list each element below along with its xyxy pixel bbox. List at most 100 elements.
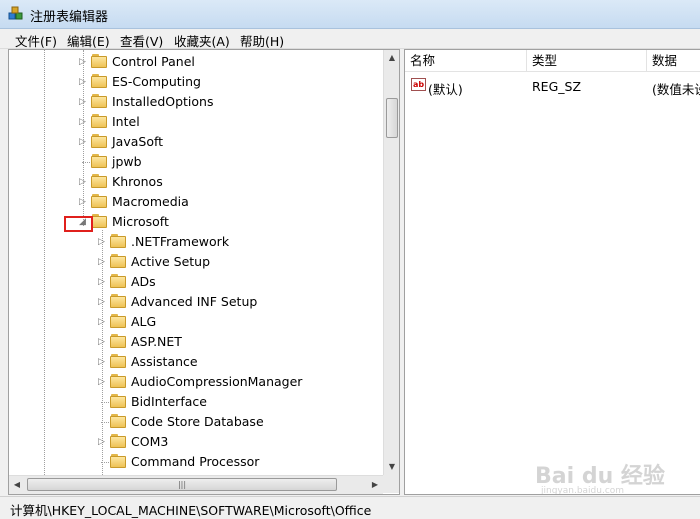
tree-node-label[interactable]: ALG: [131, 314, 156, 329]
tree-node[interactable]: ▷ Macromedia: [9, 192, 384, 212]
column-header-data[interactable]: 数据: [647, 50, 700, 72]
tree-node[interactable]: ▷ InstalledOptions: [9, 92, 384, 112]
value-name: (默认): [428, 82, 463, 97]
column-header-type[interactable]: 类型: [527, 50, 647, 72]
collapsed-arrow-icon[interactable]: ▷: [98, 318, 106, 327]
folder-icon: [110, 254, 126, 268]
collapsed-arrow-icon[interactable]: ▷: [98, 358, 106, 367]
menu-edit[interactable]: 编辑(E): [67, 31, 110, 50]
folder-icon-body: [110, 256, 126, 268]
tree-node[interactable]: ▷ .NETFramework: [9, 232, 384, 252]
tree-node-label[interactable]: BidInterface: [131, 394, 207, 409]
collapsed-arrow-icon[interactable]: ▷: [98, 278, 106, 287]
tree-node[interactable]: Command Processor: [9, 452, 384, 472]
collapsed-arrow-icon[interactable]: ▷: [79, 78, 87, 87]
tree-node-label[interactable]: AudioCompressionManager: [131, 374, 302, 389]
scroll-down-arrow-icon[interactable]: ▼: [384, 459, 399, 475]
folder-icon: [110, 334, 126, 348]
tree-node[interactable]: ▷ ALG: [9, 312, 384, 332]
tree-node[interactable]: ▷ JavaSoft: [9, 132, 384, 152]
tree-node[interactable]: ▷ Khronos: [9, 172, 384, 192]
tree-node-label[interactable]: InstalledOptions: [112, 94, 213, 109]
collapsed-arrow-icon[interactable]: ▷: [98, 298, 106, 307]
horizontal-scroll-thumb[interactable]: |||: [27, 478, 337, 491]
folder-icon-body: [110, 296, 126, 308]
tree-node[interactable]: ▷ Active Setup: [9, 252, 384, 272]
tree-node[interactable]: Code Store Database: [9, 412, 384, 432]
tree-node-label[interactable]: JavaSoft: [112, 134, 163, 149]
menu-help[interactable]: 帮助(H): [240, 31, 284, 50]
folder-icon-body: [110, 236, 126, 248]
scroll-right-arrow-icon[interactable]: ▶: [367, 476, 383, 494]
tree-node[interactable]: BidInterface: [9, 392, 384, 412]
folder-icon-body: [110, 276, 126, 288]
collapsed-arrow-icon[interactable]: ▷: [98, 338, 106, 347]
tree-node[interactable]: ▷ Control Panel: [9, 52, 384, 72]
folder-icon-body: [110, 316, 126, 328]
folder-icon-body: [110, 436, 126, 448]
tree-node-label[interactable]: ES-Computing: [112, 74, 201, 89]
tree-node[interactable]: ▷ ASP.NET: [9, 332, 384, 352]
collapsed-arrow-icon[interactable]: ▷: [79, 138, 87, 147]
tree-vertical-scrollbar[interactable]: ▲ ▼: [383, 50, 399, 475]
tree-node[interactable]: ▷ Intel: [9, 112, 384, 132]
folder-icon: [110, 354, 126, 368]
tree-node[interactable]: ▷ Assistance: [9, 352, 384, 372]
collapsed-arrow-icon[interactable]: ▷: [98, 238, 106, 247]
tree-node[interactable]: ▷ Advanced INF Setup: [9, 292, 384, 312]
folder-icon: [110, 434, 126, 448]
tree-node-label[interactable]: jpwb: [112, 154, 142, 169]
scroll-up-arrow-icon[interactable]: ▲: [384, 50, 399, 66]
tree-horizontal-scrollbar[interactable]: ◀ ||| ▶: [9, 475, 383, 494]
tree-node-label[interactable]: Control Panel: [112, 54, 195, 69]
folder-icon-body: [110, 336, 126, 348]
collapsed-arrow-icon[interactable]: ▷: [98, 378, 106, 387]
tree-node[interactable]: ▷ COM3: [9, 432, 384, 452]
tree-node-label[interactable]: Intel: [112, 114, 140, 129]
collapsed-arrow-icon[interactable]: ▷: [79, 98, 87, 107]
collapsed-arrow-icon[interactable]: ▷: [79, 58, 87, 67]
tree-node-label[interactable]: Command Processor: [131, 454, 259, 469]
tree-node-label[interactable]: .NETFramework: [131, 234, 229, 249]
value-row[interactable]: ab (默认) REG_SZ (数值未设置): [405, 76, 700, 97]
collapsed-arrow-icon[interactable]: ▷: [79, 198, 87, 207]
folder-icon: [91, 174, 107, 188]
window-title: 注册表编辑器: [30, 10, 109, 25]
vertical-scroll-thumb[interactable]: [386, 98, 398, 138]
tree-node-label[interactable]: Active Setup: [131, 254, 210, 269]
folder-icon-body: [110, 456, 126, 468]
folder-icon-body: [91, 76, 107, 88]
tree-node-label[interactable]: ADs: [131, 274, 156, 289]
key-tree-pane[interactable]: ▷ Control Panel ▷ ES-Computing ▷ InstalledOpt…: [8, 49, 400, 495]
folder-icon: [110, 414, 126, 428]
tree-node-label[interactable]: Microsoft: [112, 214, 169, 229]
folder-icon: [91, 214, 107, 228]
collapsed-arrow-icon[interactable]: ▷: [98, 438, 106, 447]
tree-node-label[interactable]: Advanced INF Setup: [131, 294, 257, 309]
collapsed-arrow-icon[interactable]: ▷: [79, 118, 87, 127]
value-data: (数值未设置): [652, 82, 700, 97]
tree-node-label[interactable]: Macromedia: [112, 194, 189, 209]
tree-node[interactable]: jpwb: [9, 152, 384, 172]
tree-node-label[interactable]: Assistance: [131, 354, 198, 369]
tree-node-label[interactable]: Khronos: [112, 174, 163, 189]
menu-favorites[interactable]: 收藏夹(A): [174, 31, 230, 50]
column-header-name[interactable]: 名称: [405, 50, 527, 72]
collapsed-arrow-icon[interactable]: ▷: [98, 258, 106, 267]
values-pane[interactable]: 名称 类型 数据 ab (默认) REG_SZ (数值未设置): [404, 49, 700, 495]
tree-node-label[interactable]: COM3: [131, 434, 168, 449]
scroll-left-arrow-icon[interactable]: ◀: [9, 476, 25, 494]
status-path: 计算机\HKEY_LOCAL_MACHINE\SOFTWARE\Microsof…: [10, 503, 372, 518]
folder-icon-body: [91, 216, 107, 228]
tree-node-label[interactable]: Code Store Database: [131, 414, 264, 429]
value-type: REG_SZ: [532, 79, 582, 94]
menu-file[interactable]: 文件(F): [15, 31, 57, 50]
tree-node-label[interactable]: ASP.NET: [131, 334, 182, 349]
tree-node[interactable]: ▷ AudioCompressionManager: [9, 372, 384, 392]
tree-node[interactable]: ▷ ES-Computing: [9, 72, 384, 92]
folder-icon: [91, 194, 107, 208]
collapsed-arrow-icon[interactable]: ▷: [79, 178, 87, 187]
folder-icon-body: [91, 56, 107, 68]
tree-node[interactable]: ▷ ADs: [9, 272, 384, 292]
menu-view[interactable]: 查看(V): [120, 31, 163, 50]
